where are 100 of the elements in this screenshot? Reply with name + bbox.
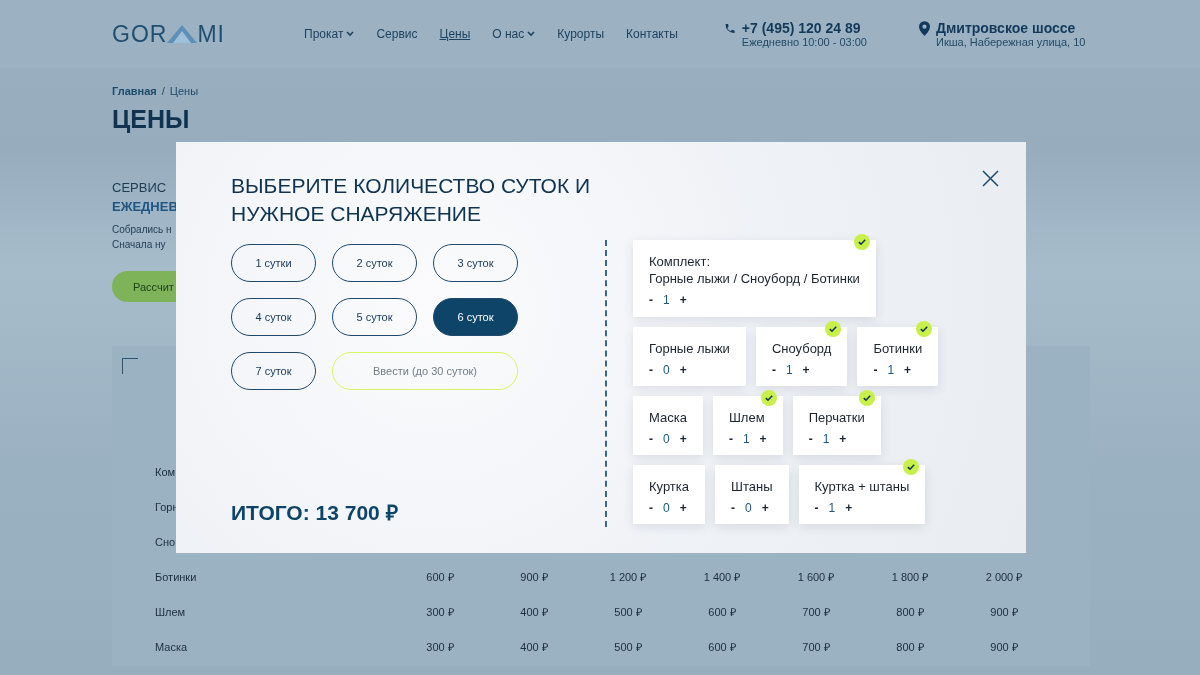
day-option-button[interactable]: 6 суток <box>433 298 518 336</box>
nav-link[interactable]: Прокат <box>304 27 355 41</box>
working-hours: Ежедневно 10:00 - 03:00 <box>741 36 867 48</box>
location-pin-icon <box>918 21 930 36</box>
price-cell-text: 300 ₽ <box>426 605 454 619</box>
intro-text: Сначала ну <box>112 238 166 252</box>
decrement-button[interactable]: - <box>814 501 819 515</box>
equipment-card[interactable]: Сноуборд - 1 + <box>755 327 848 386</box>
row-label: Маска <box>155 640 188 653</box>
quantity-value: 0 <box>663 501 670 515</box>
decrement-button[interactable]: - <box>728 432 733 446</box>
row-label: Шлем <box>155 605 186 618</box>
address-city: Икша, Набережная улица, 10 <box>935 36 1086 48</box>
price-cell-text: 700 ₽ <box>802 605 830 619</box>
corner-mark <box>122 358 138 374</box>
decrement-button[interactable]: - <box>771 363 776 377</box>
quantity-value: 1 <box>742 432 750 446</box>
nav-link[interactable]: Цены <box>439 27 471 41</box>
breadcrumb-link[interactable]: Цены <box>169 85 199 97</box>
intro-heading: СЕРВИС <box>112 179 167 197</box>
nav-link[interactable]: О нас <box>492 27 536 41</box>
equipment-name: Горные лыжи <box>649 340 730 357</box>
price-cell-text: 400 ₽ <box>520 640 548 654</box>
quantity-value: 0 <box>663 432 670 446</box>
nav-link[interactable]: Контакты <box>626 27 678 41</box>
increment-button[interactable]: + <box>759 432 767 446</box>
quantity-value: 1 <box>785 363 793 377</box>
decrement-button[interactable]: - <box>649 293 653 307</box>
equipment-name: Сноуборд <box>771 340 832 357</box>
quantity-value: 1 <box>887 363 895 377</box>
price-cell-text: 500 ₽ <box>614 605 642 619</box>
decrement-button[interactable]: - <box>873 363 878 377</box>
phone-number[interactable]: +7 (495) 120 24 89 <box>741 20 867 36</box>
equipment-card[interactable]: Комплект: Горные лыжи / Сноуборд / Ботинки - 1 + <box>633 240 876 317</box>
price-cell-text: 900 ₽ <box>990 605 1018 619</box>
price-cell-text: 400 ₽ <box>520 605 548 619</box>
quantity-value: 0 <box>745 501 752 515</box>
quantity-value: 0 <box>663 363 670 377</box>
increment-button[interactable]: + <box>845 501 853 515</box>
address-street: Дмитровское шоссе <box>935 20 1077 36</box>
price-cell-text: 300 ₽ <box>426 640 454 654</box>
equipment-name: Маска <box>649 409 687 426</box>
increment-button[interactable]: + <box>679 501 687 515</box>
logo[interactable]: GOR MI <box>112 20 262 48</box>
increment-button[interactable]: + <box>839 432 847 446</box>
row-label: Ком <box>155 465 176 478</box>
equipment-name: Штаны <box>731 478 773 495</box>
equipment-card[interactable]: Штаны - 0 + <box>715 465 789 524</box>
price-cell-text: 600 ₽ <box>426 570 454 584</box>
increment-button[interactable]: + <box>904 363 912 377</box>
intro-heading: ЕЖЕДНЕВ <box>112 198 178 216</box>
modal-title: ВЫБЕРИТЕ КОЛИЧЕСТВО СУТОК И НУЖНОЕ СНАРЯЖЕНИЕ <box>231 173 592 227</box>
price-cell-text: 900 ₽ <box>990 640 1018 654</box>
price-cell-text: 500 ₽ <box>614 640 642 654</box>
increment-button[interactable]: + <box>802 363 810 377</box>
total-price: ИТОГО: 13 700 ₽ <box>231 500 399 526</box>
price-cell-text: 600 ₽ <box>708 605 736 619</box>
price-cell-text: 2 000 ₽ <box>985 570 1023 584</box>
row-label: Ботинки <box>155 570 197 583</box>
equipment-card[interactable]: Шлем - 1 + <box>712 396 783 455</box>
intro-text: Собрались н <box>112 223 172 237</box>
equipment-name: Шлем <box>728 409 766 426</box>
equipment-name: Ботинки <box>873 340 923 357</box>
equipment-card[interactable]: Куртка + штаны - 1 + <box>798 465 926 524</box>
equipment-card[interactable]: Перчатки - 1 + <box>792 396 881 455</box>
price-cell-text: 900 ₽ <box>520 570 548 584</box>
mountain-icon <box>167 25 198 43</box>
increment-button[interactable]: + <box>679 293 687 307</box>
equipment-name: Перчатки <box>808 409 865 426</box>
close-button[interactable] <box>982 170 999 187</box>
price-cell-text: 700 ₽ <box>802 640 830 654</box>
breadcrumb-link[interactable]: Главная <box>112 85 157 97</box>
equipment-name: Куртка + штаны <box>814 478 910 495</box>
equipment-card[interactable]: Ботинки - 1 + <box>857 327 939 386</box>
equipment-card[interactable]: Горные лыжи - 0 + <box>633 327 746 386</box>
quantity-value: 1 <box>822 432 830 446</box>
equipment-name: Комплект: Горные лыжи / Сноуборд / Ботинки <box>649 253 860 287</box>
equipment-name: Куртка <box>649 478 690 495</box>
price-cell-text: 1 400 ₽ <box>703 570 741 584</box>
equipment-card[interactable]: Маска - 0 + <box>633 396 703 455</box>
page-title: ЦЕНЫ <box>112 105 191 134</box>
price-cell-text: 1 800 ₽ <box>891 570 929 584</box>
quantity-value: 1 <box>663 293 670 307</box>
price-cell-text: 1 600 ₽ <box>797 570 835 584</box>
increment-button[interactable]: + <box>679 363 687 377</box>
row-label: Сно <box>155 535 176 548</box>
price-cell-text: 800 ₽ <box>896 605 924 619</box>
increment-button[interactable]: + <box>761 501 769 515</box>
decrement-button[interactable]: - <box>808 432 813 446</box>
increment-button[interactable]: + <box>679 432 687 446</box>
price-cell-text: 600 ₽ <box>708 640 736 654</box>
quantity-value: 1 <box>828 501 836 515</box>
equipment-card[interactable]: Куртка - 0 + <box>633 465 706 524</box>
nav-link[interactable]: Сервис <box>376 27 418 41</box>
decrement-button[interactable]: - <box>731 501 736 515</box>
days-input-field[interactable]: Ввести (до 30 суток) <box>332 352 518 390</box>
nav-link[interactable]: Курорты <box>557 27 604 41</box>
breadcrumb-separator: / <box>161 85 165 97</box>
phone-icon <box>723 22 736 35</box>
price-cell-text: 1 200 ₽ <box>609 570 647 584</box>
